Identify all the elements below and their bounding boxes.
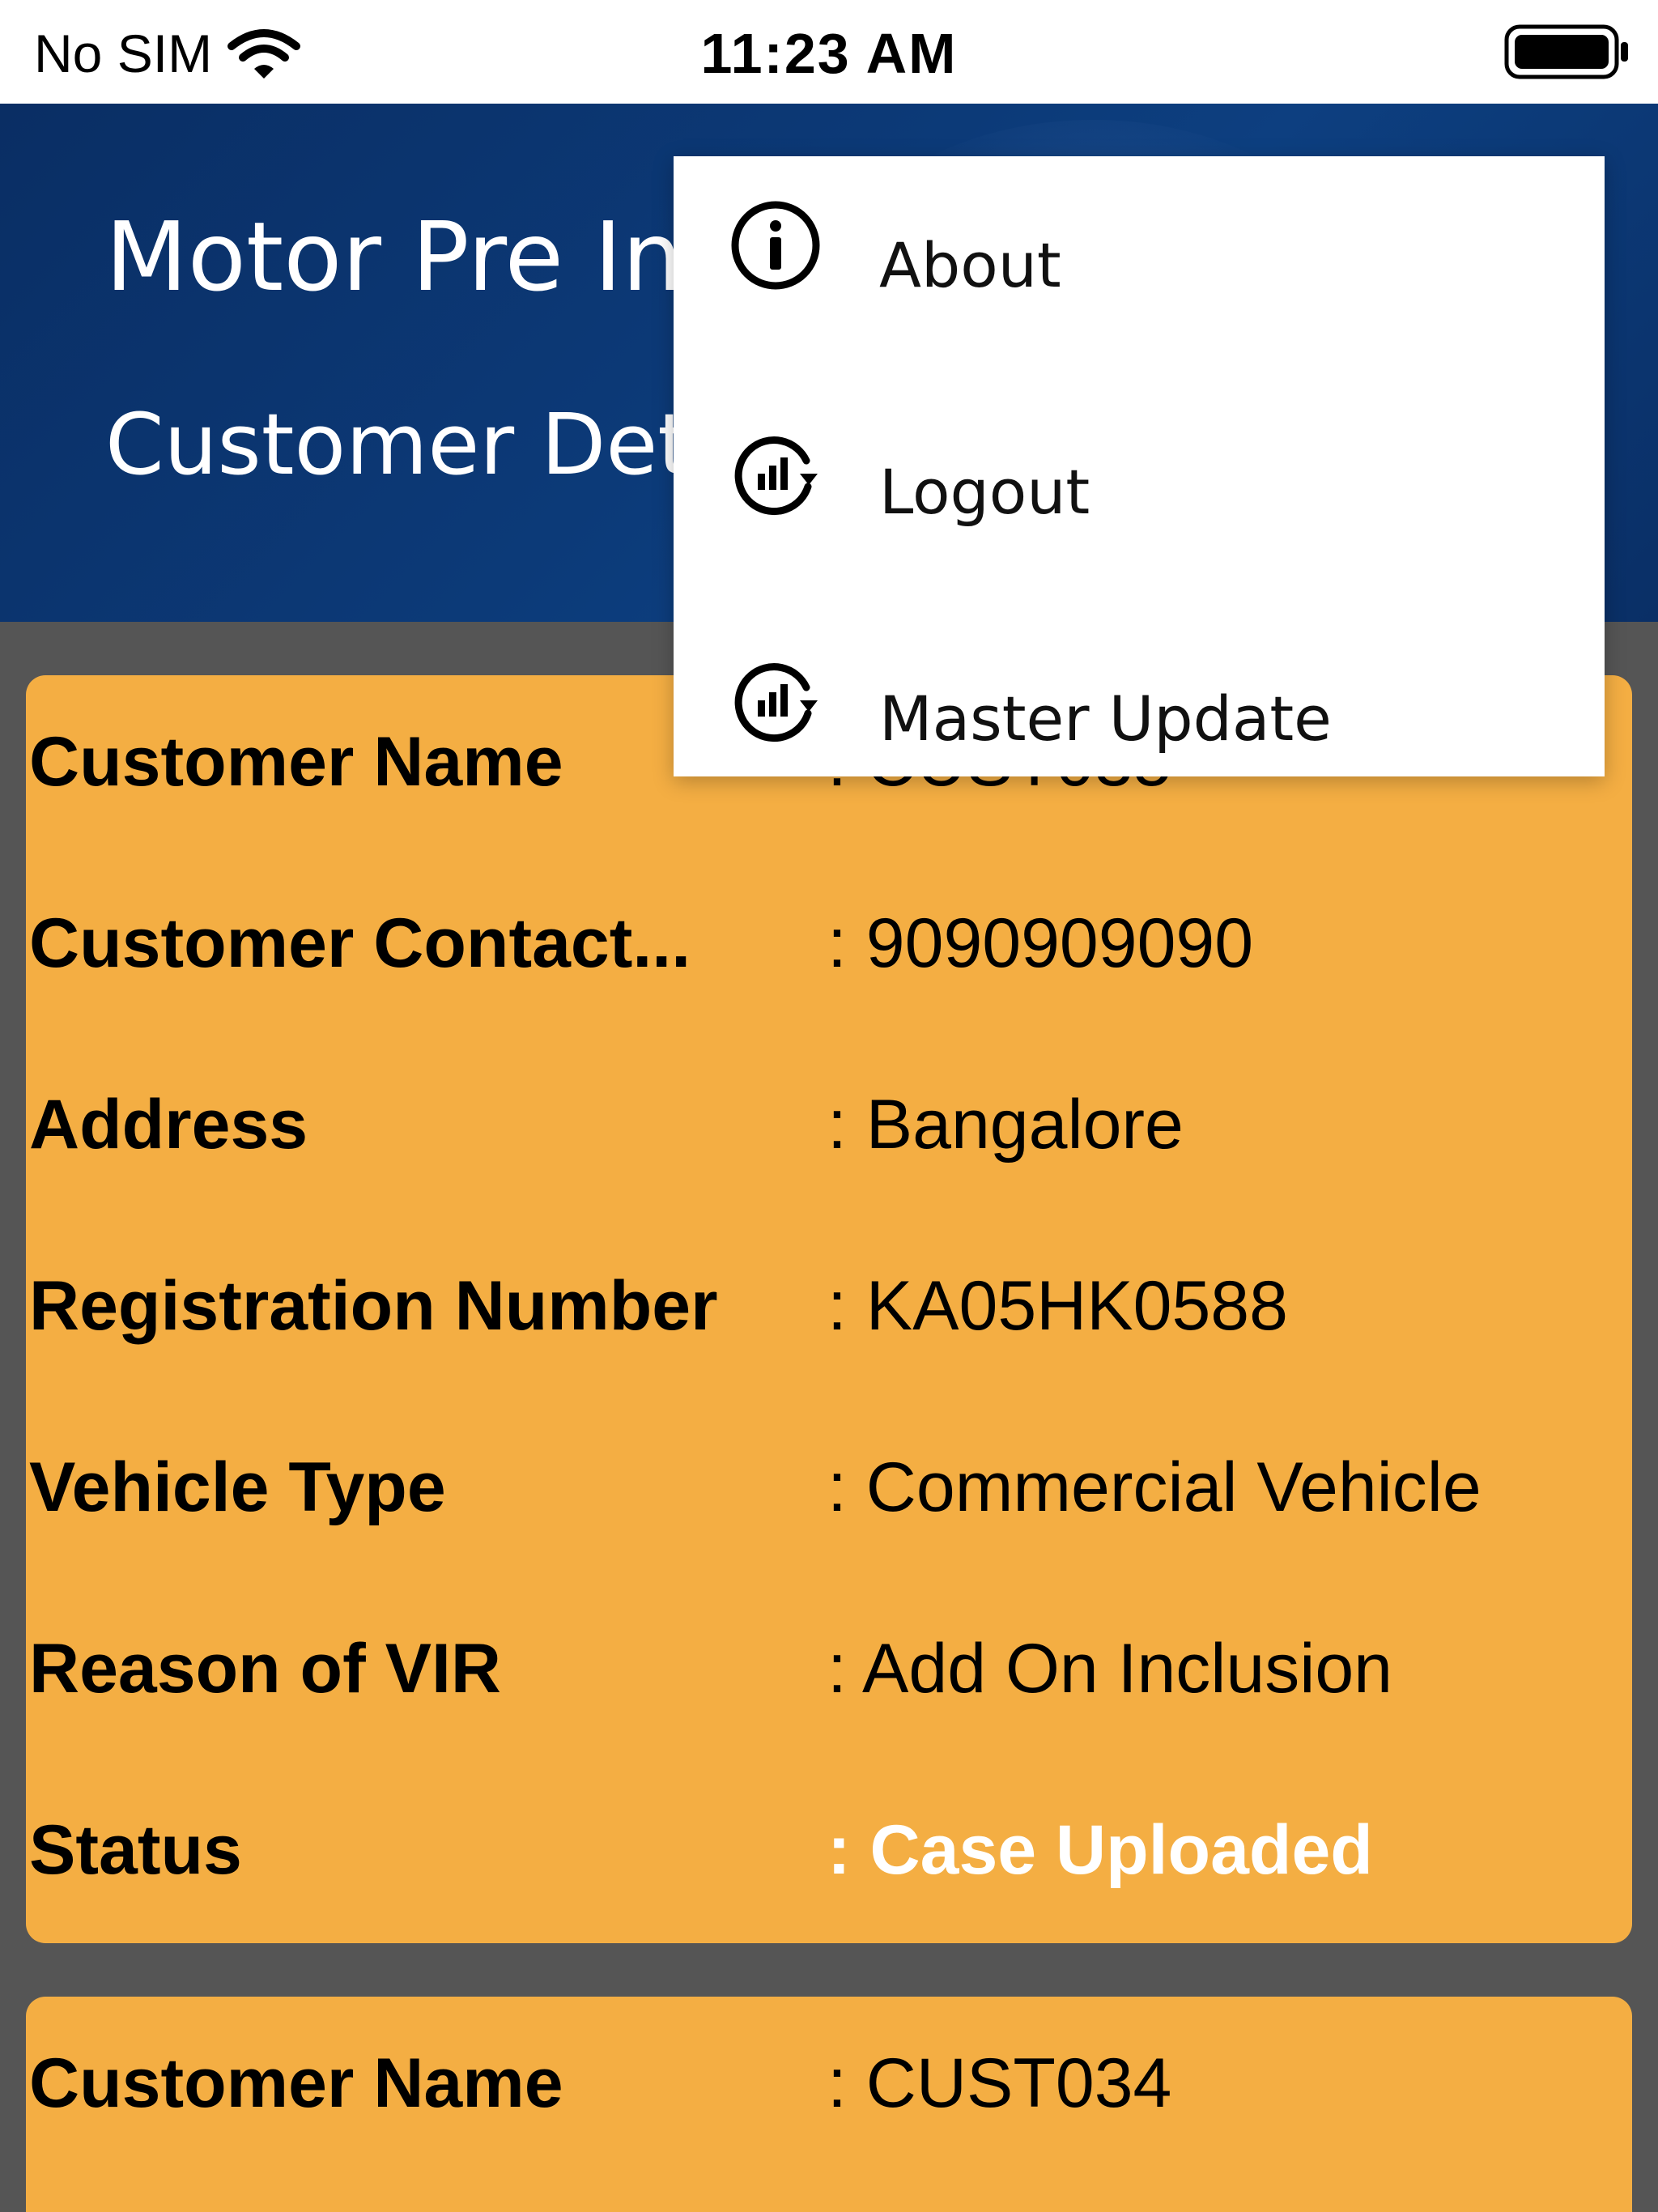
field-label: Address — [29, 1086, 308, 1163]
field-label: Customer Name — [29, 2044, 563, 2122]
field-label: Customer Name — [29, 723, 563, 801]
status-value: : Case Uploaded — [827, 1811, 1373, 1889]
field-value: : 9090909090 — [827, 904, 1254, 982]
field-label: Status — [29, 1811, 242, 1889]
info-icon — [731, 201, 820, 290]
menu-item-label: About — [879, 229, 1061, 301]
card-row-customer-name: Customer Name : CUST034 — [26, 2044, 1632, 2141]
card-row-customer-contact: Customer Contact... : 9090909090 — [26, 904, 1632, 1001]
field-value: : Bangalore — [827, 1086, 1184, 1163]
field-label: Customer Contact... — [29, 904, 691, 982]
field-label: Registration Number — [29, 1267, 718, 1345]
field-value: : Commercial Vehicle — [827, 1448, 1482, 1526]
card-row-status: Status : Case Uploaded — [26, 1810, 1632, 1908]
card-row-registration-number: Registration Number : KA05HK0588 — [26, 1266, 1632, 1363]
options-menu: About Logout Master Update — [674, 156, 1605, 776]
card-row-address: Address : Bangalore — [26, 1085, 1632, 1182]
menu-item-label: Logout — [879, 456, 1090, 528]
field-label: Reason of VIR — [29, 1630, 501, 1708]
menu-item-logout[interactable]: Logout — [674, 383, 1605, 545]
status-bar: No SIM 11:23 AM — [0, 0, 1658, 104]
customer-card[interactable]: Customer Name : CUST034 — [26, 1997, 1632, 2212]
menu-item-master-update[interactable]: Master Update — [674, 610, 1605, 772]
field-value: : KA05HK0588 — [827, 1267, 1288, 1345]
card-row-vehicle-type: Vehicle Type : Commercial Vehicle — [26, 1448, 1632, 1545]
field-label: Vehicle Type — [29, 1448, 446, 1526]
card-row-reason-of-vir: Reason of VIR : Add On Inclusion — [26, 1629, 1632, 1726]
customer-card[interactable]: Customer Name : CUST035 Customer Contact… — [26, 675, 1632, 1943]
menu-item-about[interactable]: About — [674, 156, 1605, 318]
field-value: : CUST034 — [827, 2044, 1172, 2122]
refresh-chart-icon — [734, 663, 818, 742]
menu-item-label: Master Update — [879, 683, 1332, 755]
refresh-chart-icon — [734, 436, 818, 516]
clock: 11:23 AM — [700, 22, 958, 85]
battery-icon — [1504, 24, 1628, 79]
field-value: : Add On Inclusion — [827, 1630, 1392, 1708]
screen: No SIM 11:23 AM Motor Pre Inspection Cus… — [0, 0, 1658, 2212]
